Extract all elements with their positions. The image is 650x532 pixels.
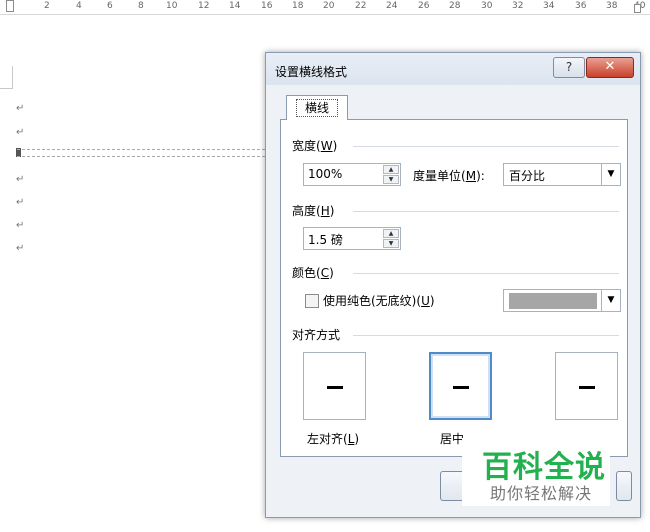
ruler-tick: 18 (292, 1, 304, 11)
align-center-label: 居中 (440, 432, 465, 446)
line-preview-icon (327, 386, 343, 389)
height-spin-down-button[interactable]: ▼ (383, 239, 399, 248)
ruler-tick: 34 (543, 1, 555, 11)
section-divider (353, 211, 619, 212)
ruler-tick: 32 (512, 1, 524, 11)
paragraph-mark: ↵ (16, 127, 25, 138)
paragraph-mark: ↵ (16, 174, 25, 185)
close-button[interactable]: ✕ (586, 57, 634, 78)
width-section-label: 宽度(W) (292, 137, 344, 154)
ruler-tick: 28 (449, 1, 461, 11)
ruler-tick: 14 (229, 1, 241, 11)
chevron-down-icon[interactable]: ▼ (601, 164, 620, 185)
height-spin-up-button[interactable]: ▲ (383, 229, 399, 238)
align-right-option[interactable] (555, 352, 618, 420)
right-indent-marker[interactable] (634, 4, 641, 13)
height-value: 1.5 磅 (308, 233, 343, 247)
line-preview-icon (579, 386, 595, 389)
paragraph-mark: ↵ (16, 197, 25, 208)
tab-horizontal-line[interactable]: 横线 (286, 95, 348, 120)
solid-color-checkbox[interactable] (305, 294, 319, 308)
ruler-tick: 36 (575, 1, 587, 11)
align-center-option[interactable] (429, 352, 492, 420)
ruler-tick: 12 (198, 1, 210, 11)
ruler-tick: 26 (418, 1, 430, 11)
horizontal-line-object[interactable] (17, 149, 265, 157)
ruler-tick: 8 (138, 1, 144, 11)
help-button[interactable]: ? (553, 57, 585, 78)
ruler-tick: 10 (166, 1, 178, 11)
color-swatch (509, 293, 597, 309)
chevron-down-icon[interactable]: ▼ (601, 290, 620, 311)
unit-dropdown[interactable]: 百分比 ▼ (503, 163, 621, 186)
solid-color-label[interactable]: 使用纯色(无底纹)(U) (323, 292, 435, 309)
width-spin-up-button[interactable]: ▲ (383, 165, 399, 174)
tab-panel: 宽度(W) 100% ▲ ▼ 度量单位(M): 百分比 ▼ 高度(H) 1.5 … (280, 119, 628, 457)
line-preview-icon (453, 386, 469, 389)
section-divider (353, 335, 619, 336)
color-dropdown[interactable]: ▼ (503, 289, 621, 312)
color-section-label: 颜色(C) (292, 264, 340, 281)
section-divider (353, 273, 619, 274)
height-section-label: 高度(H) (292, 202, 341, 219)
unit-value: 百分比 (509, 169, 546, 183)
align-left-label: 左对齐(L) (307, 432, 360, 446)
height-spinbox[interactable]: 1.5 磅 ▲ ▼ (303, 227, 401, 250)
unit-label: 度量单位(M): (413, 169, 485, 183)
width-spin-down-button[interactable]: ▼ (383, 175, 399, 184)
align-left-option[interactable] (303, 352, 366, 420)
section-divider (353, 146, 619, 147)
paragraph-mark: ↵ (16, 243, 25, 254)
page-margin-corner (0, 66, 13, 89)
watermark-subtitle: 助你轻松解决 (490, 484, 593, 503)
tab-label: 横线 (295, 99, 338, 117)
ruler-tick: 22 (355, 1, 367, 11)
paragraph-mark: ↵ (16, 103, 25, 114)
ruler-tick: 20 (323, 1, 335, 11)
ruler-tick: 30 (481, 1, 493, 11)
horizontal-ruler[interactable]: 2 4 6 8 10 12 14 16 18 20 22 24 26 28 30… (0, 0, 650, 15)
ruler-tick: 4 (76, 1, 82, 11)
left-indent-marker[interactable] (6, 0, 14, 12)
width-spinbox[interactable]: 100% ▲ ▼ (303, 163, 401, 186)
ruler-tick: 6 (107, 1, 113, 11)
ruler-tick: 2 (44, 1, 50, 11)
watermark-logo: 百科全说 助你轻松解决 (462, 438, 610, 506)
paragraph-mark: ↵ (16, 220, 25, 231)
ruler-tick: 16 (261, 1, 273, 11)
dialog-title: 设置横线格式 (275, 65, 348, 79)
cancel-button[interactable] (616, 471, 632, 501)
ruler-tick: 24 (386, 1, 398, 11)
width-value: 100% (308, 167, 343, 181)
alignment-section-label: 对齐方式 (292, 326, 347, 343)
ruler-tick: 38 (606, 1, 618, 11)
dialog-titlebar[interactable]: 设置横线格式 ? ✕ (266, 53, 640, 85)
